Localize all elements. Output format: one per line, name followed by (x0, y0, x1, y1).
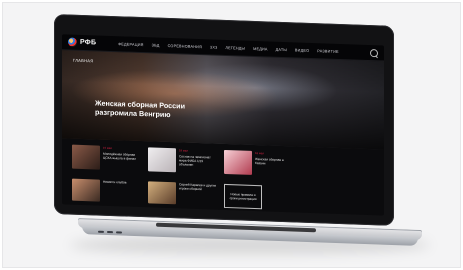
secondary-news-item[interactable]: Новые правила и сроки регистрации (224, 183, 294, 212)
news-title: Женская сборная в Казани (255, 157, 284, 166)
news-date: 18 мая (255, 151, 264, 156)
news-card-body: 18 мая Женская сборная в Казани (255, 151, 293, 182)
nav-item-federation[interactable]: ФЕДЕРАЦИЯ (118, 42, 143, 47)
news-thumbnail (72, 178, 100, 202)
news-thumbnail (72, 144, 100, 170)
laptop: РФБ ФЕДЕРАЦИЯ ЗБД СОРЕВНОВАНИЯ 3X3 ЛЕГЕН… (54, 14, 424, 250)
news-title: Новые правила и сроки регистрации (229, 192, 257, 202)
news-date: 18 мая (179, 148, 188, 153)
hero-title[interactable]: Женская сборная России разгромила Венгри… (95, 98, 215, 120)
port-icon (107, 231, 113, 234)
news-title: Состав на чемпионат мира ФИБА U19 объявл… (179, 154, 211, 167)
nav-item-zbd[interactable]: ЗБД (152, 43, 160, 47)
news-thumbnail (148, 147, 176, 173)
nav-item-video[interactable]: ВИДЕО (295, 48, 309, 53)
laptop-lid: РФБ ФЕДЕРАЦИЯ ЗБД СОРЕВНОВАНИЯ 3X3 ЛЕГЕН… (54, 14, 424, 239)
nav-item-dates[interactable]: ДАТЫ (276, 47, 287, 51)
news-title: Сергей Карасев и другие игроки сборной (179, 182, 217, 192)
search-icon[interactable] (370, 48, 378, 57)
outlined-news-box: Новые правила и сроки регистрации (224, 183, 262, 210)
logo-text: РФБ (80, 38, 97, 47)
nav-item-legends[interactable]: ЛЕГЕНДЫ (225, 45, 245, 50)
nav-item-media[interactable]: МЕДИА (253, 46, 268, 51)
news-title: Молодёжная сборная ЦСКА вышла в финал (103, 151, 136, 161)
website-screen: РФБ ФЕДЕРАЦИЯ ЗБД СОРЕВНОВАНИЯ 3X3 ЛЕГЕН… (62, 34, 384, 216)
nav-item-3x3[interactable]: 3X3 (210, 45, 217, 49)
news-date: 19 мая (103, 145, 112, 151)
logo-icon (68, 37, 77, 47)
news-thumbnail (224, 149, 252, 175)
news-card-body: 18 мая Состав на чемпионат мира ФИБА U19… (179, 148, 217, 179)
news-card-body: 19 мая Молодёжная сборная ЦСКА вышла в ф… (103, 146, 141, 177)
news-title: Новости клубов (103, 179, 127, 185)
secondary-news-item[interactable]: Новости клубов (72, 178, 142, 207)
laptop-bezel: РФБ ФЕДЕРАЦИЯ ЗБД СОРЕВНОВАНИЯ 3X3 ЛЕГЕН… (54, 14, 394, 226)
port-icon (116, 231, 122, 234)
secondary-news-item[interactable]: Сергей Карасев и другие игроки сборной (148, 181, 218, 209)
news-card[interactable]: 19 мая Молодёжная сборная ЦСКА вышла в ф… (72, 144, 142, 177)
news-card[interactable]: 18 мая Состав на чемпионат мира ФИБА U19… (148, 147, 218, 179)
port-icon (98, 230, 104, 233)
news-thumbnail (148, 181, 176, 205)
nav-item-competitions[interactable]: СОРЕВНОВАНИЯ (168, 43, 202, 48)
main-nav: ФЕДЕРАЦИЯ ЗБД СОРЕВНОВАНИЯ 3X3 ЛЕГЕНДЫ М… (118, 42, 339, 54)
hero-banner[interactable]: ГЛАВНАЯ Женская сборная России разгромил… (62, 50, 384, 150)
laptop-ports (98, 230, 122, 234)
news-card[interactable]: 18 мая Женская сборная в Казани (224, 149, 294, 182)
hero-tag: ГЛАВНАЯ (73, 57, 94, 64)
nav-item-development[interactable]: РАЗВИТИЕ (317, 49, 339, 54)
site-logo[interactable]: РФБ (68, 37, 96, 47)
